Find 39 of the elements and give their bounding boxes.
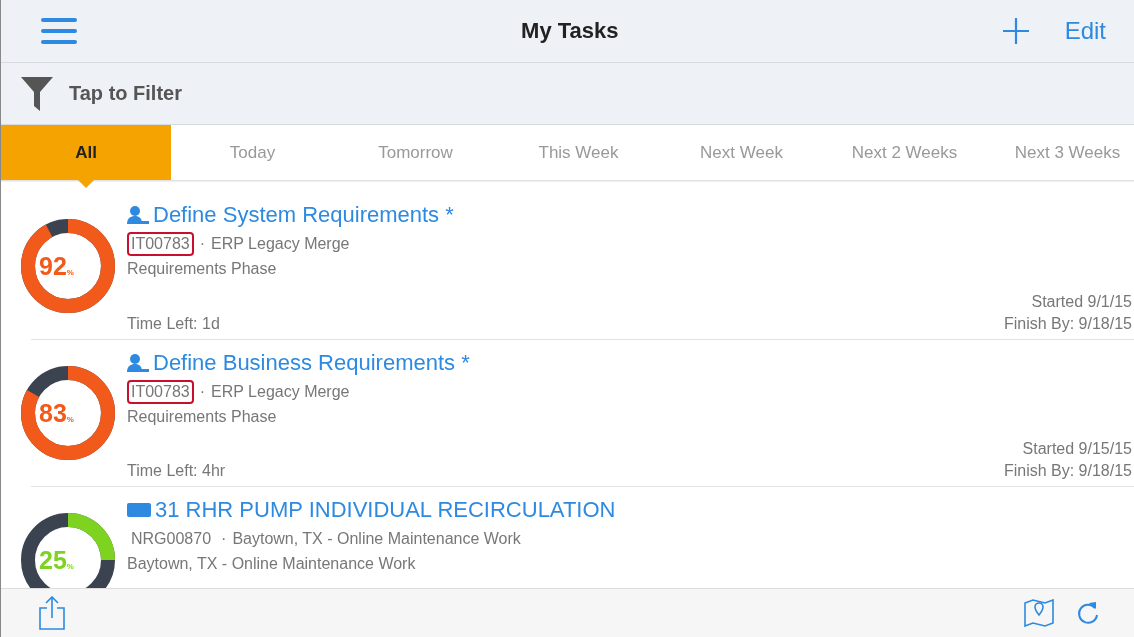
task-title[interactable]: Define Business Requirements * — [153, 350, 470, 376]
project-name: ERP Legacy Merge — [211, 383, 350, 401]
filter-label[interactable]: Tap to Filter — [69, 82, 182, 105]
project-name: ERP Legacy Merge — [211, 235, 350, 253]
task-id: IT00783 — [127, 380, 194, 404]
add-icon[interactable] — [1002, 18, 1029, 44]
finish-date: Finish By: 9/18/15 — [1003, 315, 1132, 333]
menu-icon[interactable] — [41, 18, 77, 44]
tab-pointer-icon — [78, 180, 94, 188]
percent-label: 25% — [39, 546, 74, 575]
map-pin-icon[interactable] — [1024, 599, 1054, 627]
finish-date: Finish By: 9/18/15 — [1003, 462, 1132, 480]
bar-icon — [127, 503, 151, 517]
task-id: IT00783 — [127, 232, 194, 256]
separator-dot: · — [199, 235, 206, 253]
percent-label: 83% — [39, 399, 74, 428]
person-icon — [127, 353, 149, 373]
start-date: Started 9/1/15 — [1031, 293, 1132, 311]
task-phase: Baytown, TX - Online Maintenance Work — [127, 555, 417, 573]
task-id: NRG00870 — [130, 529, 213, 549]
task-phase: Requirements Phase — [127, 408, 278, 426]
person-icon — [127, 205, 149, 225]
task-title[interactable]: 31 RHR PUMP INDIVIDUAL RECIRCULATION — [155, 497, 616, 523]
edit-button[interactable]: Edit — [1064, 17, 1106, 45]
refresh-icon[interactable] — [1076, 600, 1100, 626]
time-left: Time Left: 4hr — [127, 462, 226, 480]
screen-title: My Tasks — [520, 18, 620, 44]
filter-bar[interactable]: Tap to Filter — [1, 63, 1134, 125]
task-phase: Requirements Phase — [127, 260, 278, 278]
separator-dot: · — [199, 383, 206, 401]
date-tab[interactable]: All — [1, 125, 171, 180]
percent-label: 92% — [39, 251, 74, 281]
project-name: Baytown, TX - Online Maintenance Work — [232, 530, 521, 548]
start-date: Started 9/15/15 — [1022, 440, 1132, 458]
separator-dot: · — [221, 530, 227, 548]
task-title[interactable]: Define System Requirements * — [153, 202, 454, 228]
time-left: Time Left: 1d — [127, 315, 220, 333]
filter-icon — [21, 76, 53, 111]
share-icon[interactable] — [39, 596, 65, 630]
